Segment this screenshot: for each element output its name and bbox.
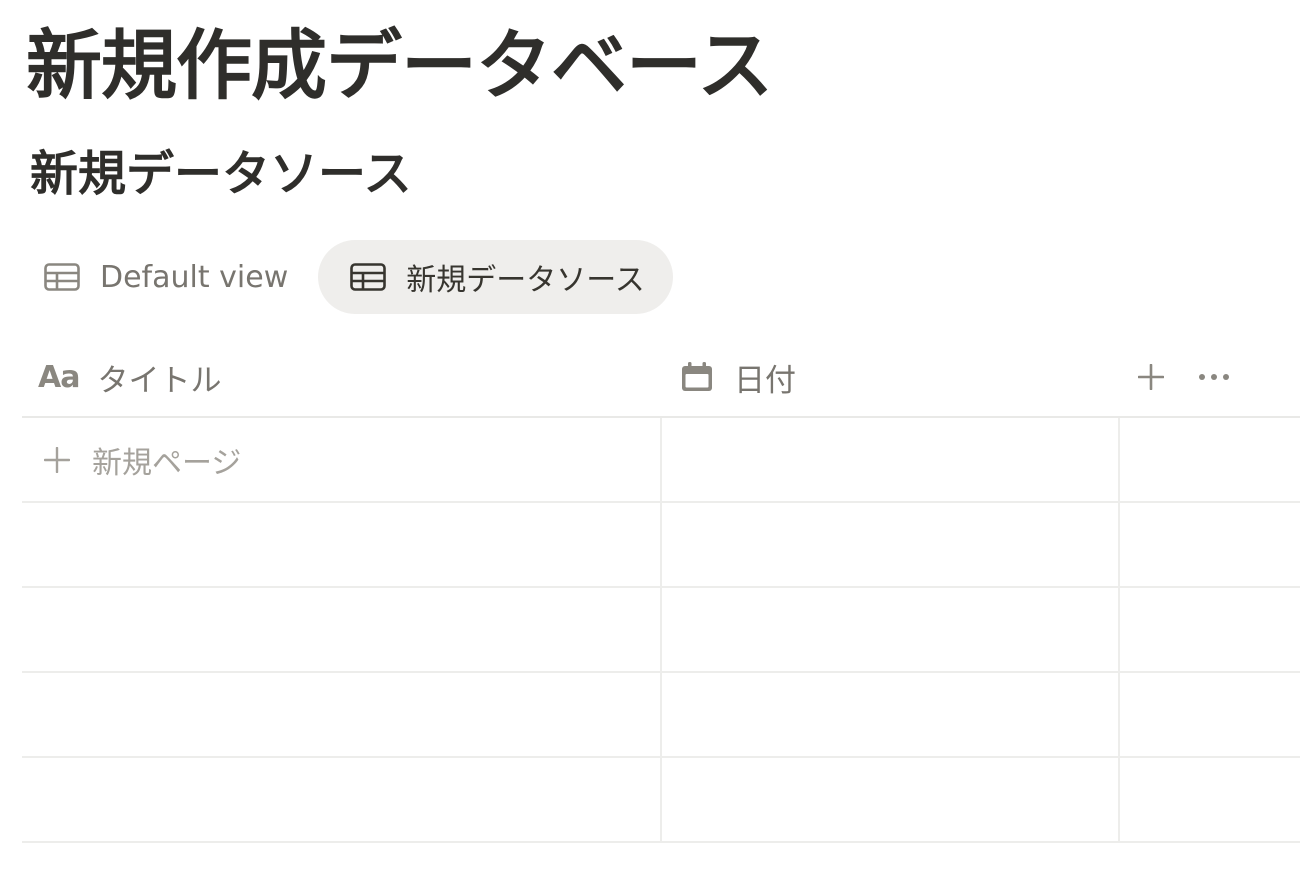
new-page-button[interactable]: 新規ページ [44, 418, 241, 501]
add-property-button[interactable] [1136, 338, 1166, 416]
table-row [22, 588, 1300, 673]
table-icon [44, 263, 80, 291]
table-cell[interactable] [22, 758, 662, 841]
table-cell[interactable] [22, 588, 662, 671]
column-header-date[interactable]: 日付 [680, 338, 796, 416]
table-cell [1120, 588, 1300, 671]
table-cell [1120, 758, 1300, 841]
tab-label: 新規データソース [406, 263, 645, 298]
column-header-label: 日付 [734, 362, 796, 399]
page-title[interactable]: 新規作成データベース [26, 20, 773, 112]
table-icon [350, 263, 387, 291]
plus-icon [1138, 364, 1164, 390]
table-header: Aa タイトル 日付 [22, 338, 1300, 418]
table-cell[interactable] [662, 503, 1120, 586]
table-cell [1120, 503, 1300, 586]
more-horizontal-icon [1199, 374, 1229, 380]
view-tabs: Default view 新規データソース [22, 240, 673, 314]
more-options-button[interactable] [1196, 338, 1232, 416]
tab-default-view[interactable]: Default view [22, 240, 318, 314]
table-cell[interactable] [22, 503, 662, 586]
table-cell[interactable] [662, 673, 1120, 756]
new-page-label: 新規ページ [92, 445, 242, 481]
table-row: 新規ページ [22, 418, 1300, 503]
column-header-label: タイトル [97, 362, 222, 399]
tab-data-source[interactable]: 新規データソース [318, 240, 673, 314]
calendar-icon [680, 361, 714, 393]
table-body: 新規ページ [22, 418, 1300, 843]
table-cell [1120, 673, 1300, 756]
table-row [22, 503, 1300, 588]
tab-label: Default view [100, 259, 289, 295]
table-cell[interactable] [662, 758, 1120, 841]
table-cell [1120, 418, 1300, 501]
table-row [22, 758, 1300, 843]
table-cell[interactable] [662, 588, 1120, 671]
table-row [22, 673, 1300, 758]
table-cell[interactable] [662, 418, 1120, 501]
table-cell[interactable] [22, 673, 662, 756]
column-header-title[interactable]: Aa タイトル [38, 338, 221, 416]
table-cell: 新規ページ [22, 418, 662, 501]
data-source-title[interactable]: 新規データソース [30, 142, 412, 206]
plus-icon [44, 446, 70, 473]
text-property-icon: Aa [38, 359, 80, 395]
